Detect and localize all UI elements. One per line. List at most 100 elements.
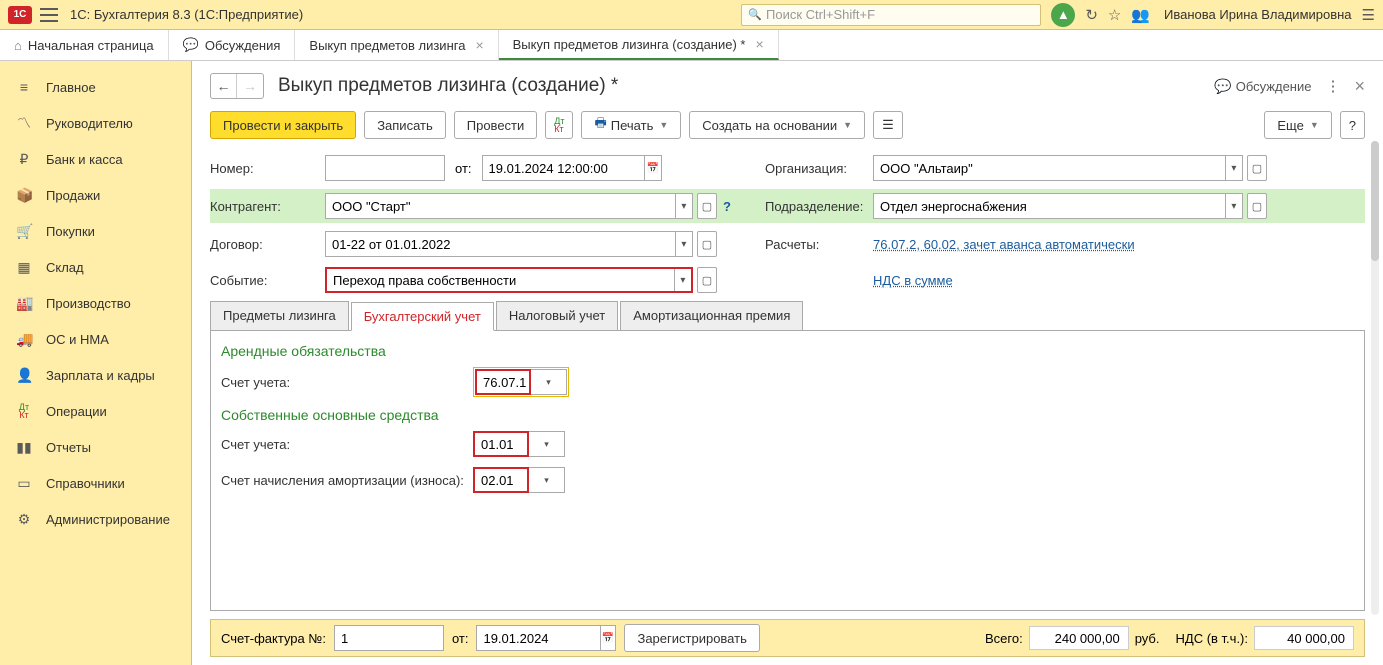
vat-value: 40 000,00: [1254, 626, 1354, 650]
history-icon[interactable]: ↻: [1085, 6, 1098, 24]
user-name[interactable]: Иванова Ирина Владимировна: [1164, 7, 1352, 22]
scrollbar[interactable]: [1371, 141, 1379, 615]
chevron-down-icon[interactable]: ▾: [675, 194, 692, 218]
own-account-dropdown[interactable]: ▾: [529, 431, 565, 457]
close-icon[interactable]: ×: [755, 36, 763, 52]
chevron-down-icon[interactable]: ▾: [1225, 194, 1242, 218]
main-menu-icon[interactable]: [40, 8, 58, 22]
discussion-icon: 💬: [1214, 78, 1231, 95]
kebab-menu-icon[interactable]: ⋮: [1325, 77, 1340, 95]
save-button[interactable]: Записать: [364, 111, 446, 139]
register-button[interactable]: Зарегистрировать: [624, 624, 759, 652]
own-acct-label: Счет учета:: [221, 437, 473, 452]
search-input[interactable]: 🔍 Поиск Ctrl+Shift+F: [741, 4, 1041, 26]
sidebar-item-main[interactable]: ≡ Главное: [0, 69, 191, 105]
currency-label: руб.: [1135, 631, 1160, 646]
close-form-button[interactable]: ×: [1354, 76, 1365, 97]
settlements-link[interactable]: 76.07.2, 60.02, зачет аванса автоматичес…: [873, 237, 1135, 252]
sidebar-item-bank[interactable]: ₽Банк и касса: [0, 141, 191, 177]
counterparty-input[interactable]: ▾: [325, 193, 693, 219]
post-and-close-button[interactable]: Провести и закрыть: [210, 111, 356, 139]
btn-label: Еще: [1277, 118, 1303, 133]
favorites-icon[interactable]: ☆: [1108, 6, 1121, 24]
chat-icon: 💬: [183, 37, 199, 53]
scrollbar-thumb[interactable]: [1371, 141, 1379, 261]
deprec-account-dropdown[interactable]: ▾: [529, 467, 565, 493]
contract-input[interactable]: ▾: [325, 231, 693, 257]
nav-back-button[interactable]: ←: [211, 74, 237, 98]
structure-button[interactable]: ☰: [873, 111, 903, 139]
sidebar-item-production[interactable]: 🏭Производство: [0, 285, 191, 321]
tab-home[interactable]: ⌂ Начальная страница: [0, 30, 169, 60]
help-button[interactable]: ?: [1340, 111, 1365, 139]
tab-depreciation-bonus[interactable]: Амортизационная премия: [620, 301, 803, 330]
btn-label: Записать: [377, 118, 433, 133]
box-icon: 📦: [16, 187, 32, 204]
btn-label: Печать: [611, 118, 654, 133]
chevron-down-icon[interactable]: ▾: [675, 232, 692, 256]
open-counterparty-button[interactable]: ▢: [697, 193, 717, 219]
sidebar-item-catalogs[interactable]: ▭Справочники: [0, 465, 191, 501]
btn-label: Зарегистрировать: [637, 631, 746, 646]
sidebar-item-reports[interactable]: ▮▮Отчеты: [0, 429, 191, 465]
tab-leasing-list[interactable]: Выкуп предметов лизинга ×: [295, 30, 498, 60]
sidebar-item-assets[interactable]: 🚚ОС и НМА: [0, 321, 191, 357]
deprec-account-input[interactable]: 02.01: [473, 467, 529, 493]
own-account-input[interactable]: 01.01: [473, 431, 529, 457]
tab-discussions[interactable]: 💬 Обсуждения: [169, 30, 296, 60]
chevron-down-icon[interactable]: ▾: [1225, 156, 1242, 180]
notifications-icon[interactable]: ▲: [1051, 3, 1075, 27]
bars-icon: ▮▮: [16, 439, 32, 456]
create-based-button[interactable]: Создать на основании▼: [689, 111, 865, 139]
open-event-button[interactable]: ▢: [697, 267, 717, 293]
app-title: 1С: Бухгалтерия 8.3 (1С:Предприятие): [70, 7, 303, 22]
dtkt-button[interactable]: ДтКт: [545, 111, 573, 139]
sidebar-item-admin[interactable]: ⚙Администрирование: [0, 501, 191, 537]
contract-label: Договор:: [210, 237, 325, 252]
division-input[interactable]: ▾: [873, 193, 1243, 219]
sidebar-item-purchases[interactable]: 🛒Покупки: [0, 213, 191, 249]
number-input[interactable]: [325, 155, 445, 181]
btn-label: Провести и закрыть: [223, 118, 343, 133]
event-label: Событие:: [210, 273, 325, 288]
vat-link[interactable]: НДС в сумме: [873, 273, 953, 288]
open-contract-button[interactable]: ▢: [697, 231, 717, 257]
open-division-button[interactable]: ▢: [1247, 193, 1267, 219]
sidebar-item-warehouse[interactable]: ▦Склад: [0, 249, 191, 285]
open-org-button[interactable]: ▢: [1247, 155, 1267, 181]
post-button[interactable]: Провести: [454, 111, 538, 139]
users-icon[interactable]: 👥: [1131, 6, 1150, 24]
list-icon: ≡: [16, 79, 32, 95]
print-button[interactable]: 🖶Печать▼: [581, 111, 681, 139]
help-icon[interactable]: ?: [723, 199, 739, 214]
sidebar-label: ОС и НМА: [46, 332, 109, 347]
lease-account-input[interactable]: 76.07.1: [475, 369, 531, 395]
sidebar-item-manager[interactable]: 〽Руководителю: [0, 105, 191, 141]
discussion-button[interactable]: 💬Обсуждение: [1214, 78, 1311, 95]
org-input[interactable]: ▾: [873, 155, 1243, 181]
more-button[interactable]: Еще▼: [1264, 111, 1331, 139]
chevron-down-icon[interactable]: ▾: [674, 269, 691, 291]
factory-icon: 🏭: [16, 295, 32, 312]
date-input[interactable]: 📅: [482, 155, 662, 181]
tab-accounting[interactable]: Бухгалтерский учет: [351, 302, 494, 331]
person-icon: 👤: [16, 367, 32, 384]
sidebar-label: Главное: [46, 80, 96, 95]
invoice-date-input[interactable]: 📅: [476, 625, 616, 651]
settings-bars-icon[interactable]: ☰: [1362, 6, 1375, 24]
sidebar-item-hr[interactable]: 👤Зарплата и кадры: [0, 357, 191, 393]
invoice-number-input[interactable]: [334, 625, 444, 651]
btn-label: Провести: [467, 118, 525, 133]
sidebar-item-operations[interactable]: ДтКтОперации: [0, 393, 191, 429]
calendar-icon[interactable]: 📅: [600, 626, 616, 650]
chart-icon: 〽: [16, 113, 32, 133]
tab-tax[interactable]: Налоговый учет: [496, 301, 618, 330]
nav-forward-button: →: [237, 74, 263, 98]
tab-leasing-items[interactable]: Предметы лизинга: [210, 301, 349, 330]
calendar-icon[interactable]: 📅: [644, 156, 660, 180]
tab-leasing-create[interactable]: Выкуп предметов лизинга (создание) * ×: [499, 30, 779, 60]
close-icon[interactable]: ×: [475, 37, 483, 53]
lease-account-dropdown[interactable]: ▾: [531, 369, 567, 395]
sidebar-item-sales[interactable]: 📦Продажи: [0, 177, 191, 213]
event-input[interactable]: ▾: [325, 267, 693, 293]
